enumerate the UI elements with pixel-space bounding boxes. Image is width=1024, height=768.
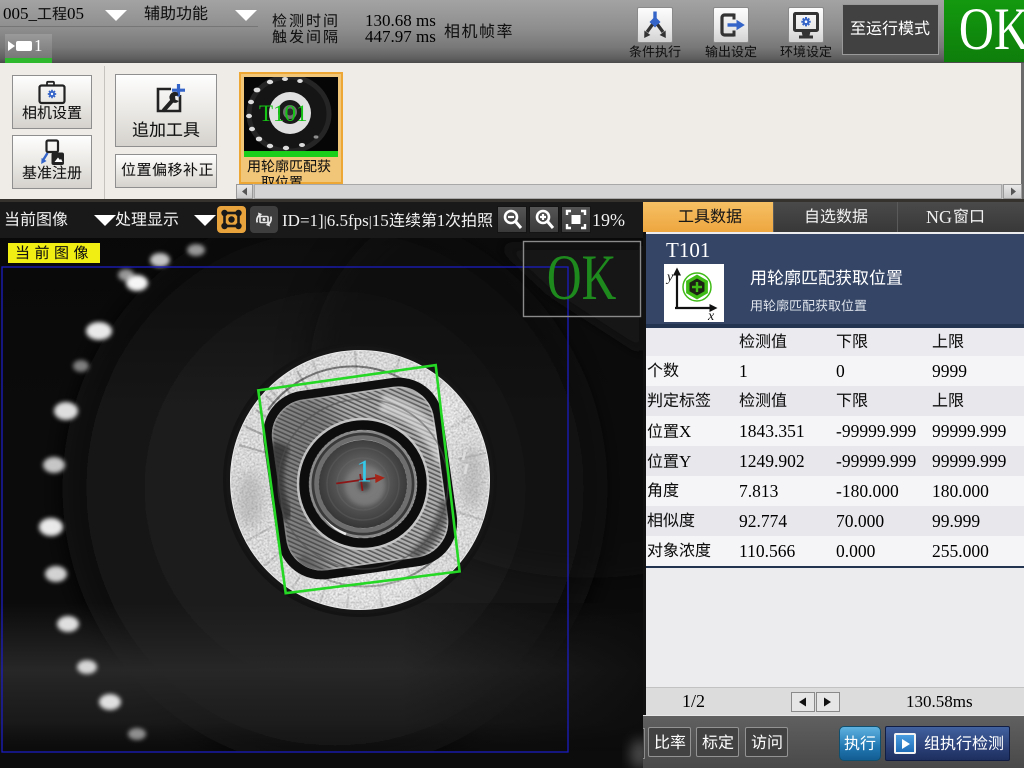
- svg-text:OK: OK: [547, 242, 616, 314]
- svg-text:T101: T101: [259, 101, 308, 126]
- svg-text:1: 1: [356, 453, 372, 489]
- svg-text:y: y: [665, 270, 674, 285]
- svg-text:x: x: [707, 309, 715, 322]
- svg-text:OK: OK: [959, 3, 1024, 59]
